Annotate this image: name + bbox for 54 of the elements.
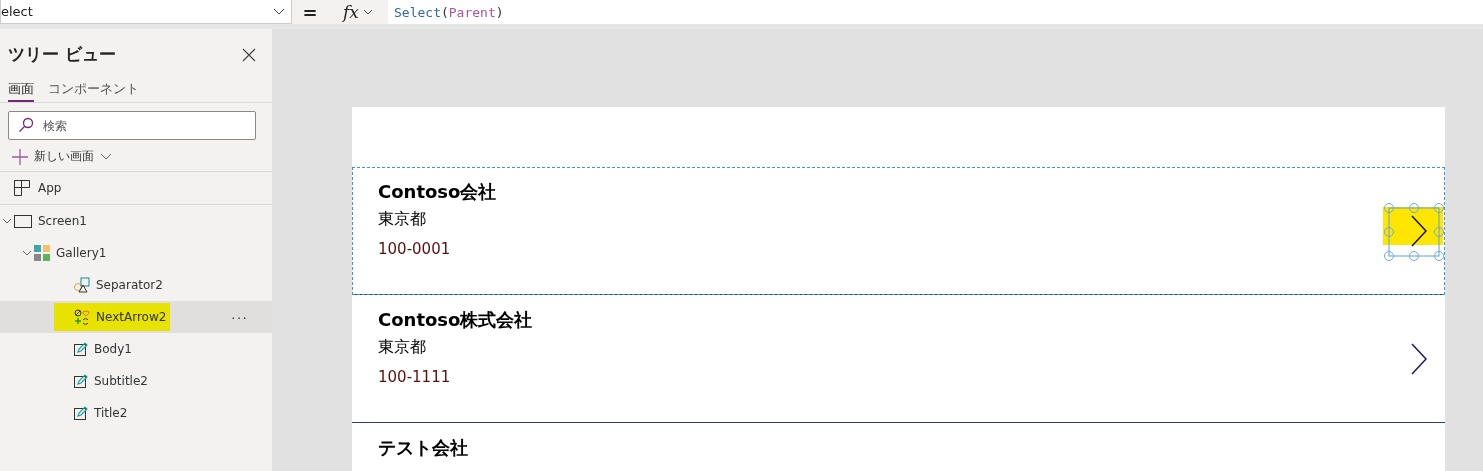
chevron-down-icon[interactable] [2,218,12,224]
icons-icon [74,309,90,325]
item-subtitle: 東京都 [378,209,426,230]
chevron-down-icon [100,153,112,160]
chevron-right-icon[interactable] [1411,215,1427,247]
item-title: Contoso株式会社 [378,308,533,332]
formula-field[interactable]: Select(Parent) [388,0,1483,24]
tree-item[interactable]: Separator2 [0,269,272,301]
panel-title: ツリー ビュー [8,43,116,66]
tree-item-label: Separator2 [96,278,163,292]
tree-item[interactable]: Body1 [0,333,272,365]
chevron-down-icon[interactable] [22,250,32,256]
tree-item-label: Gallery1 [56,246,107,260]
item-title: テスト会社 [378,436,468,460]
tab[interactable]: 画面 [8,78,34,102]
chevron-down-icon [273,8,285,15]
equals-sign: = [292,0,328,24]
shapes-icon [74,277,90,293]
close-button[interactable] [242,47,256,62]
tree-item[interactable]: Screen1 [0,205,272,237]
edit-icon [74,406,88,420]
item-body: 100-0001 [378,240,451,258]
gallery-item[interactable]: Contoso会社 東京都 100-0001 [352,167,1445,295]
edit-icon [74,342,88,356]
function-button[interactable]: fx [328,0,388,24]
tree-item[interactable]: Title2 [0,397,272,429]
gallery-icon [34,245,50,261]
tree-item[interactable]: NextArrow2 ··· [0,301,272,333]
selection-handles-drawing[interactable] [1383,202,1445,262]
tree-item-label: Subtitle2 [94,374,148,388]
tree-item-label: NextArrow2 [96,310,167,324]
search-icon [18,117,34,133]
search-field[interactable]: 検索 [8,111,256,140]
tree-item-label: Screen1 [38,214,87,228]
tab[interactable]: コンポーネント [48,78,139,102]
item-subtitle: 東京都 [378,337,426,358]
tree-item-label: Title2 [94,406,128,420]
property-dropdown[interactable]: elect [0,0,292,24]
app-icon [14,180,30,196]
item-title: Contoso会社 [378,180,497,204]
gallery-item[interactable]: テスト会社 [352,423,1445,471]
chevron-down-icon [362,9,373,15]
tree-item[interactable]: Subtitle2 [0,365,272,397]
tree-item[interactable]: Gallery1 [0,237,272,269]
new-screen-button[interactable]: 新しい画面 [12,148,112,165]
chevron-right-icon[interactable] [1411,343,1427,375]
tree-item-label: Body1 [94,342,132,356]
more-options-button[interactable]: ··· [231,309,248,325]
gallery-item[interactable]: Contoso株式会社 東京都 100-1111 [352,295,1445,423]
item-body: 100-1111 [378,368,451,386]
edit-icon [74,374,88,388]
tree-item[interactable]: App [0,172,272,204]
screen-icon [14,214,32,228]
plus-icon [12,148,28,165]
